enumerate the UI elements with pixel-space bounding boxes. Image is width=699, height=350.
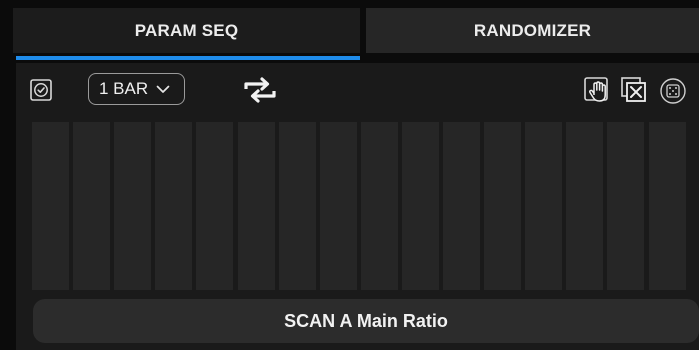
enable-toggle-button[interactable] (30, 79, 52, 101)
param-sequencer-window: PARAM SEQ RANDOMIZER 1 BAR SCAN A Main R… (7, 0, 699, 350)
clear-button[interactable] (620, 76, 648, 104)
loop-button[interactable] (240, 75, 280, 105)
sequencer-panel: 1 BAR SCAN A Main Ratio (16, 63, 699, 350)
clear-icon (621, 77, 646, 102)
tab-param-seq[interactable]: PARAM SEQ (13, 8, 360, 53)
step-column[interactable] (525, 122, 562, 290)
step-column[interactable] (155, 122, 192, 290)
step-column[interactable] (73, 122, 110, 290)
step-column[interactable] (114, 122, 151, 290)
step-column[interactable] (402, 122, 439, 290)
bar-length-select[interactable]: 1 BAR (88, 73, 185, 105)
chevron-down-icon (156, 85, 170, 94)
loop-icon (244, 77, 276, 103)
hand-icon (584, 77, 608, 102)
step-column[interactable] (238, 122, 275, 290)
tab-param-seq-label: PARAM SEQ (134, 20, 239, 40)
step-column[interactable] (566, 122, 603, 290)
tab-bar: PARAM SEQ RANDOMIZER (7, 8, 699, 53)
parameter-name-button[interactable]: SCAN A Main Ratio (33, 299, 699, 343)
tab-randomizer[interactable]: RANDOMIZER (366, 8, 699, 53)
step-column[interactable] (607, 122, 644, 290)
step-column[interactable] (196, 122, 233, 290)
bar-length-value: 1 BAR (99, 79, 149, 98)
step-column[interactable] (484, 122, 521, 290)
randomize-button[interactable] (659, 77, 687, 105)
step-column[interactable] (279, 122, 316, 290)
check-circle-icon (30, 79, 52, 101)
dice-icon (660, 78, 686, 104)
step-column[interactable] (649, 122, 686, 290)
parameter-name-label: SCAN A Main Ratio (284, 310, 448, 331)
active-tab-indicator (16, 56, 360, 60)
step-grid (32, 122, 699, 290)
step-column[interactable] (443, 122, 480, 290)
manual-draw-button[interactable] (583, 76, 613, 104)
step-column[interactable] (320, 122, 357, 290)
step-column[interactable] (32, 122, 69, 290)
tab-randomizer-label: RANDOMIZER (473, 20, 592, 40)
sequencer-toolbar: 1 BAR (16, 63, 699, 115)
step-column[interactable] (361, 122, 398, 290)
